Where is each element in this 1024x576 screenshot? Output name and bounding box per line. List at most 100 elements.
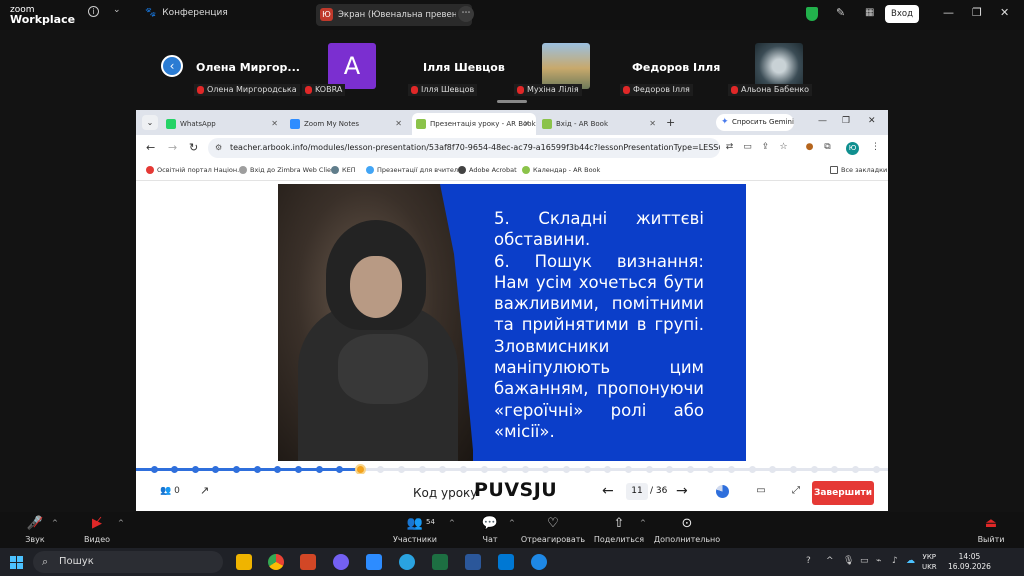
- tab-whatsapp[interactable]: WhatsApp ✕: [162, 113, 284, 135]
- progress-slide-dot[interactable]: [439, 466, 447, 473]
- students-count[interactable]: 👥 0: [160, 486, 180, 496]
- tab-login[interactable]: Вхід - AR Book ✕: [538, 113, 662, 135]
- participant-avatar[interactable]: A: [328, 43, 376, 89]
- progress-slide-dot[interactable]: [336, 466, 344, 473]
- cloud-icon[interactable]: ☁: [906, 556, 915, 566]
- participant-video[interactable]: [542, 43, 590, 89]
- progress-slide-dot[interactable]: [171, 466, 179, 473]
- word-icon[interactable]: [465, 554, 481, 570]
- close-icon[interactable]: ✕: [1000, 6, 1009, 19]
- teamviewer-icon[interactable]: [531, 554, 547, 570]
- profile-avatar[interactable]: Ю: [846, 142, 859, 155]
- zoom-taskbar-icon[interactable]: [366, 554, 382, 570]
- progress-slide-dot[interactable]: [583, 466, 591, 473]
- prev-slide-icon[interactable]: ←: [602, 483, 614, 499]
- progress-slide-dot[interactable]: [418, 466, 426, 473]
- progress-slide-dot[interactable]: [728, 466, 736, 473]
- mic-tray-icon[interactable]: 🎙: [843, 556, 854, 566]
- progress-slide-dot[interactable]: [707, 466, 715, 473]
- progress-slide-dot[interactable]: [769, 466, 777, 473]
- info-icon[interactable]: i: [88, 6, 99, 17]
- react-button[interactable]: ♡ Отреагировать: [518, 516, 588, 544]
- restore-icon[interactable]: ❐: [842, 116, 850, 126]
- telegram-icon[interactable]: [399, 554, 415, 570]
- progress-slide-dot[interactable]: [748, 466, 756, 473]
- camera-tray-icon[interactable]: ▭: [860, 556, 869, 566]
- progress-slide-dot[interactable]: [294, 466, 302, 473]
- bookmark-item[interactable]: Adobe Acrobat: [458, 166, 517, 174]
- share-icon[interactable]: ⇪: [760, 142, 771, 153]
- bookmark-item[interactable]: Вхід до Zimbra Web Clie...: [239, 166, 337, 174]
- network-icon[interactable]: ⌁: [876, 556, 881, 566]
- close-tab-icon[interactable]: ✕: [395, 113, 402, 135]
- page-current[interactable]: 11: [626, 483, 648, 500]
- translate-icon[interactable]: ⇄: [724, 142, 735, 153]
- progress-slide-dot[interactable]: [191, 466, 199, 473]
- share-options-chevron[interactable]: ^: [640, 519, 646, 527]
- chevron-down-icon[interactable]: ⌄: [113, 5, 121, 15]
- file-explorer-icon[interactable]: [236, 554, 252, 570]
- new-tab-icon[interactable]: +: [666, 116, 675, 129]
- progress-slide-dot[interactable]: [480, 466, 488, 473]
- progress-slide-dot[interactable]: [150, 466, 158, 473]
- tab-lesson-presentation[interactable]: Презентація уроку - AR Book ✕: [412, 113, 536, 135]
- restore-icon[interactable]: ❐: [972, 6, 982, 19]
- close-icon[interactable]: ✕: [868, 116, 876, 126]
- next-slide-icon[interactable]: →: [676, 483, 688, 499]
- language-indicator[interactable]: УКР UKR: [922, 552, 937, 572]
- progress-slide-dot[interactable]: [789, 466, 797, 473]
- progress-slide-dot[interactable]: [212, 466, 220, 473]
- participants-options-chevron[interactable]: ^: [449, 519, 455, 527]
- powerpoint-icon[interactable]: [300, 554, 316, 570]
- progress-slide-dot[interactable]: [398, 466, 406, 473]
- url-field[interactable]: ⚙ teacher.arbook.info/modules/lesson-pres…: [208, 138, 720, 158]
- progress-slide-dot[interactable]: [810, 466, 818, 473]
- progress-slide-dot[interactable]: [315, 466, 323, 473]
- progress-slide-dot[interactable]: [851, 466, 859, 473]
- mail-icon[interactable]: [498, 554, 514, 570]
- activity-pie-icon[interactable]: [716, 485, 729, 498]
- shared-screen-indicator[interactable]: Ю Экран (Ювенальна превенція Л: [316, 4, 472, 26]
- progress-slide-dot[interactable]: [233, 466, 240, 473]
- chevron-left-icon[interactable]: ‹: [161, 55, 183, 77]
- leave-button[interactable]: ⏏ Выйти: [956, 516, 1024, 544]
- conference-menu[interactable]: 🐾 Конференция: [145, 8, 228, 18]
- annotate-icon[interactable]: ✎: [836, 6, 845, 19]
- close-tab-icon[interactable]: ✕: [523, 113, 530, 135]
- progress-slide-dot[interactable]: [831, 466, 839, 473]
- participant-avatar[interactable]: [755, 43, 803, 89]
- login-button[interactable]: Вход: [885, 5, 919, 23]
- progress-slide-dot[interactable]: [666, 466, 674, 473]
- progress-slide-dot[interactable]: [624, 466, 632, 473]
- close-tab-icon[interactable]: ✕: [649, 113, 656, 135]
- cast-icon[interactable]: ▭: [742, 142, 753, 153]
- more-button[interactable]: ⊙ Дополнительно: [652, 516, 722, 544]
- progress-slide-dot[interactable]: [253, 466, 261, 473]
- progress-slide-dot[interactable]: [872, 466, 880, 473]
- audio-options-chevron[interactable]: ^: [52, 519, 58, 527]
- tray-expand-icon[interactable]: ^: [826, 556, 834, 566]
- bookmark-star-icon[interactable]: ☆: [778, 142, 789, 153]
- help-icon[interactable]: ?: [806, 556, 811, 566]
- participants-button[interactable]: 👥 Участники: [380, 516, 450, 544]
- tab-zoom-notes[interactable]: Zoom My Notes ✕: [286, 113, 408, 135]
- trend-icon[interactable]: ↗: [200, 484, 209, 497]
- fullscreen-icon[interactable]: ⤢: [790, 485, 802, 497]
- security-shield-icon[interactable]: [806, 7, 818, 21]
- gemini-button[interactable]: ✦ Спросить Gemini: [716, 114, 794, 131]
- view-grid-icon[interactable]: ▦: [865, 7, 874, 18]
- progress-slide-dot[interactable]: [274, 466, 282, 473]
- screen-icon[interactable]: ▭: [755, 485, 767, 497]
- progress-slide-dot[interactable]: [604, 466, 612, 473]
- volume-icon[interactable]: ♪: [892, 556, 898, 566]
- video-options-chevron[interactable]: ^: [118, 519, 124, 527]
- progress-slide-dot[interactable]: [686, 466, 694, 473]
- bookmark-item[interactable]: Презентації для вчител...: [366, 166, 464, 174]
- viber-icon[interactable]: [333, 554, 349, 570]
- progress-slide-dot[interactable]: [501, 466, 509, 473]
- bookmark-item[interactable]: Календар - AR Book: [522, 166, 600, 174]
- all-bookmarks[interactable]: Все закладки: [830, 166, 887, 174]
- excel-icon[interactable]: [432, 554, 448, 570]
- progress-slide-dot[interactable]: [542, 466, 550, 473]
- close-tab-icon[interactable]: ✕: [271, 113, 278, 135]
